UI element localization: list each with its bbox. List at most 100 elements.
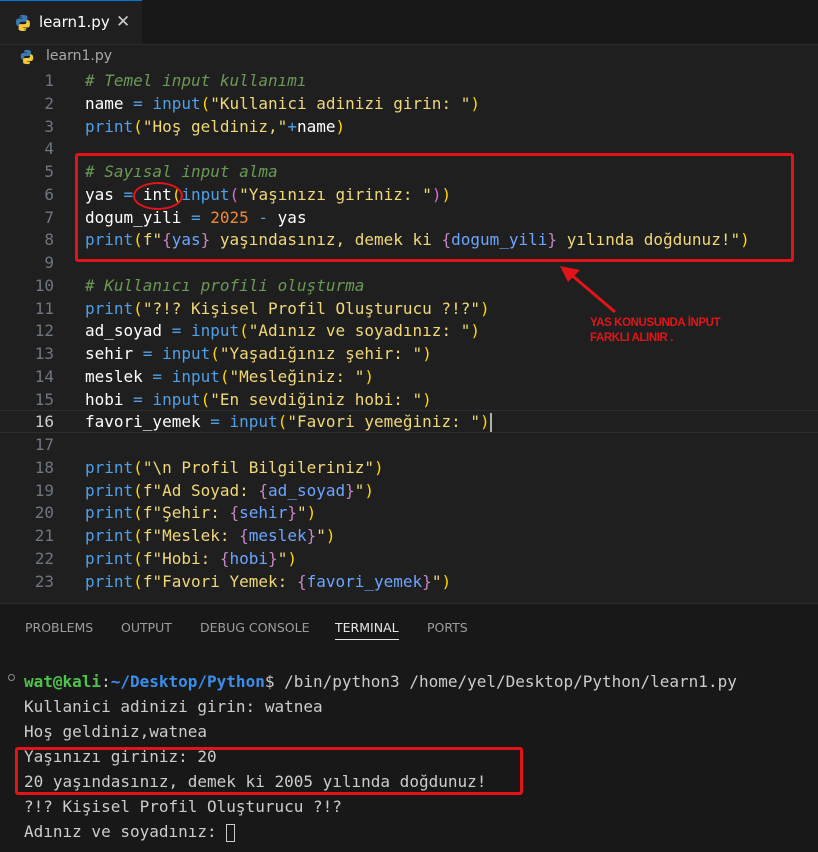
code-token: } xyxy=(268,548,278,568)
code-line[interactable]: 21 print(f"Meslek: {meslek}") xyxy=(0,524,818,547)
code-text: # Temel input kullanımı xyxy=(85,69,307,92)
code-line[interactable]: 3 print("Hoş geldiniz,"+name) xyxy=(0,115,818,138)
tab-debug-console[interactable]: DEBUG CONSOLE xyxy=(200,620,309,635)
code-token: ) xyxy=(740,230,750,250)
code-token: ( xyxy=(133,503,143,523)
code-line[interactable]: 4 xyxy=(0,137,818,160)
code-token: ) xyxy=(479,298,490,318)
code-line[interactable]: 14 meslek = input("Mesleğiniz: ") xyxy=(0,365,818,388)
code-token: favori_yemek xyxy=(306,571,423,591)
code-token: } xyxy=(306,526,317,545)
code-line[interactable]: 20 print(f"Şehir: {sehir}") xyxy=(0,501,818,524)
code-line[interactable]: 8 print(f"{yas} yaşındasınız, demek ki {d… xyxy=(0,228,818,251)
code-token: = xyxy=(123,389,153,409)
code-token: = xyxy=(200,412,230,432)
code-line[interactable]: 17 xyxy=(0,433,818,456)
code-line[interactable]: 6 yas = int(input("Yaşınızı giriniz: ")) xyxy=(0,183,818,206)
code-token: { xyxy=(239,526,249,545)
tab-ports[interactable]: PORTS xyxy=(427,620,468,635)
code-token: print xyxy=(85,526,134,545)
code-token: ( xyxy=(133,571,143,591)
code-token: = xyxy=(133,344,163,363)
editor-tab-bar: learn1.py ✕ xyxy=(0,0,818,45)
code-text: # Sayısal input alma xyxy=(85,160,278,183)
code-token: "?!? Kişisel Profil Oluşturucu ?!?" xyxy=(142,298,480,318)
code-token: = xyxy=(142,366,172,386)
terminal-path: ~/Desktop/Python xyxy=(110,672,265,691)
code-token: "Kullanici adinizi girin: " xyxy=(210,93,471,113)
tab-problems[interactable]: PROBLEMS xyxy=(25,620,93,635)
code-line[interactable]: 2 name = input("Kullanici adinizi girin: … xyxy=(0,92,818,115)
code-line[interactable]: 7 dogum_yili = 2025 - yas xyxy=(0,206,818,229)
code-text: print("?!? Kişisel Profil Oluşturucu ?!?… xyxy=(85,297,490,320)
code-token: input xyxy=(152,93,201,113)
code-token: sehir xyxy=(239,503,288,523)
code-token: ) xyxy=(287,548,297,568)
tab-terminal[interactable]: TERMINAL xyxy=(335,620,399,640)
code-token: = xyxy=(181,207,211,227)
code-line[interactable]: 16 favori_yemek = input("Favori yemeğiniz… xyxy=(0,410,818,433)
code-token: input xyxy=(162,344,211,363)
code-token: ( xyxy=(200,93,211,113)
code-token: "Adınız ve soyadınız: " xyxy=(248,321,471,341)
code-token: f"Favori Yemek: xyxy=(142,571,297,591)
code-token: yaşındasınız, demek ki xyxy=(210,230,442,250)
code-token: - xyxy=(248,207,278,227)
code-line[interactable]: 19 print(f"Ad Soyad: {ad_soyad}") xyxy=(0,479,818,502)
code-token: " xyxy=(296,503,307,523)
tab-learn1-py[interactable]: learn1.py ✕ xyxy=(0,0,142,44)
code-token: { xyxy=(219,548,230,568)
code-line[interactable]: 22 print(f"Hobi: {hobi}") xyxy=(0,547,818,570)
code-line[interactable]: 18 print("\n Profil Bilgileriniz") xyxy=(0,456,818,479)
code-token: int xyxy=(142,184,172,204)
code-line[interactable]: 23 print(f"Favori Yemek: {favori_yemek}") xyxy=(0,570,818,593)
code-line[interactable]: 10 # Kullanıcı profili oluşturma xyxy=(0,274,818,297)
code-token: ) xyxy=(441,184,452,204)
code-token: ( xyxy=(277,412,288,432)
code-token: print xyxy=(85,480,134,500)
code-token: } xyxy=(345,480,355,500)
code-token: ) xyxy=(364,480,375,500)
code-line[interactable]: 5 # Sayısal input alma xyxy=(0,160,818,183)
code-token: " xyxy=(354,480,365,500)
terminal-prompt-text: Adınız ve soyadınız: xyxy=(24,822,227,841)
line-number: 9 xyxy=(44,253,54,272)
breadcrumb-file[interactable]: learn1.py xyxy=(46,48,112,64)
line-number: 16 xyxy=(34,412,54,432)
code-token: } xyxy=(422,571,432,591)
code-token: "\n Profil Bilgileriniz" xyxy=(142,457,374,477)
tab-output[interactable]: OUTPUT xyxy=(121,620,172,635)
terminal-input-line[interactable]: Adınız ve soyadınız: xyxy=(24,819,236,844)
python-icon xyxy=(16,15,30,31)
code-text: print(f"Favori Yemek: {favori_yemek}") xyxy=(85,570,451,593)
code-token: dogum_yili xyxy=(451,230,548,250)
code-token: " xyxy=(277,548,288,568)
code-token: input xyxy=(152,389,201,409)
code-text: # Kullanıcı profili oluşturma xyxy=(85,274,364,297)
terminal-output-line: 20 yaşındasınız, demek ki 2005 yılında d… xyxy=(24,772,487,791)
code-text: dogum_yili = 2025 - yas xyxy=(85,206,307,229)
code-token: f" xyxy=(142,230,163,250)
code-token: { xyxy=(258,480,269,500)
code-token: ) xyxy=(422,389,432,409)
terminal-user: wat@kali xyxy=(24,672,102,691)
code-line[interactable]: 9 xyxy=(0,251,818,274)
close-icon[interactable]: ✕ xyxy=(116,12,130,32)
code-token: ad_soyad xyxy=(85,321,163,341)
code-token: } xyxy=(200,230,211,250)
code-line[interactable]: 15 hobi = input("En sevdiğiniz hobi: ") xyxy=(0,388,818,411)
tab-label: learn1.py xyxy=(39,13,110,31)
code-token: ( xyxy=(133,298,143,318)
line-number: 3 xyxy=(44,116,54,136)
code-token: ) xyxy=(325,526,336,545)
code-text: yas = int(input("Yaşınızı giriniz: ")) xyxy=(85,183,451,206)
code-token: ( xyxy=(210,344,220,363)
code-text: meslek = input("Mesleğiniz: ") xyxy=(85,365,374,388)
code-text: print("\n Profil Bilgileriniz") xyxy=(85,456,384,479)
code-token: yas xyxy=(85,184,114,204)
terminal-prompt-line: wat@kali:~/Desktop/Python$ /bin/python3 … xyxy=(24,669,737,694)
code-line[interactable]: 1 # Temel input kullanımı xyxy=(0,69,818,92)
code-token: } xyxy=(547,230,558,250)
code-token: ( xyxy=(133,526,143,545)
terminal-sep: : xyxy=(101,672,111,691)
